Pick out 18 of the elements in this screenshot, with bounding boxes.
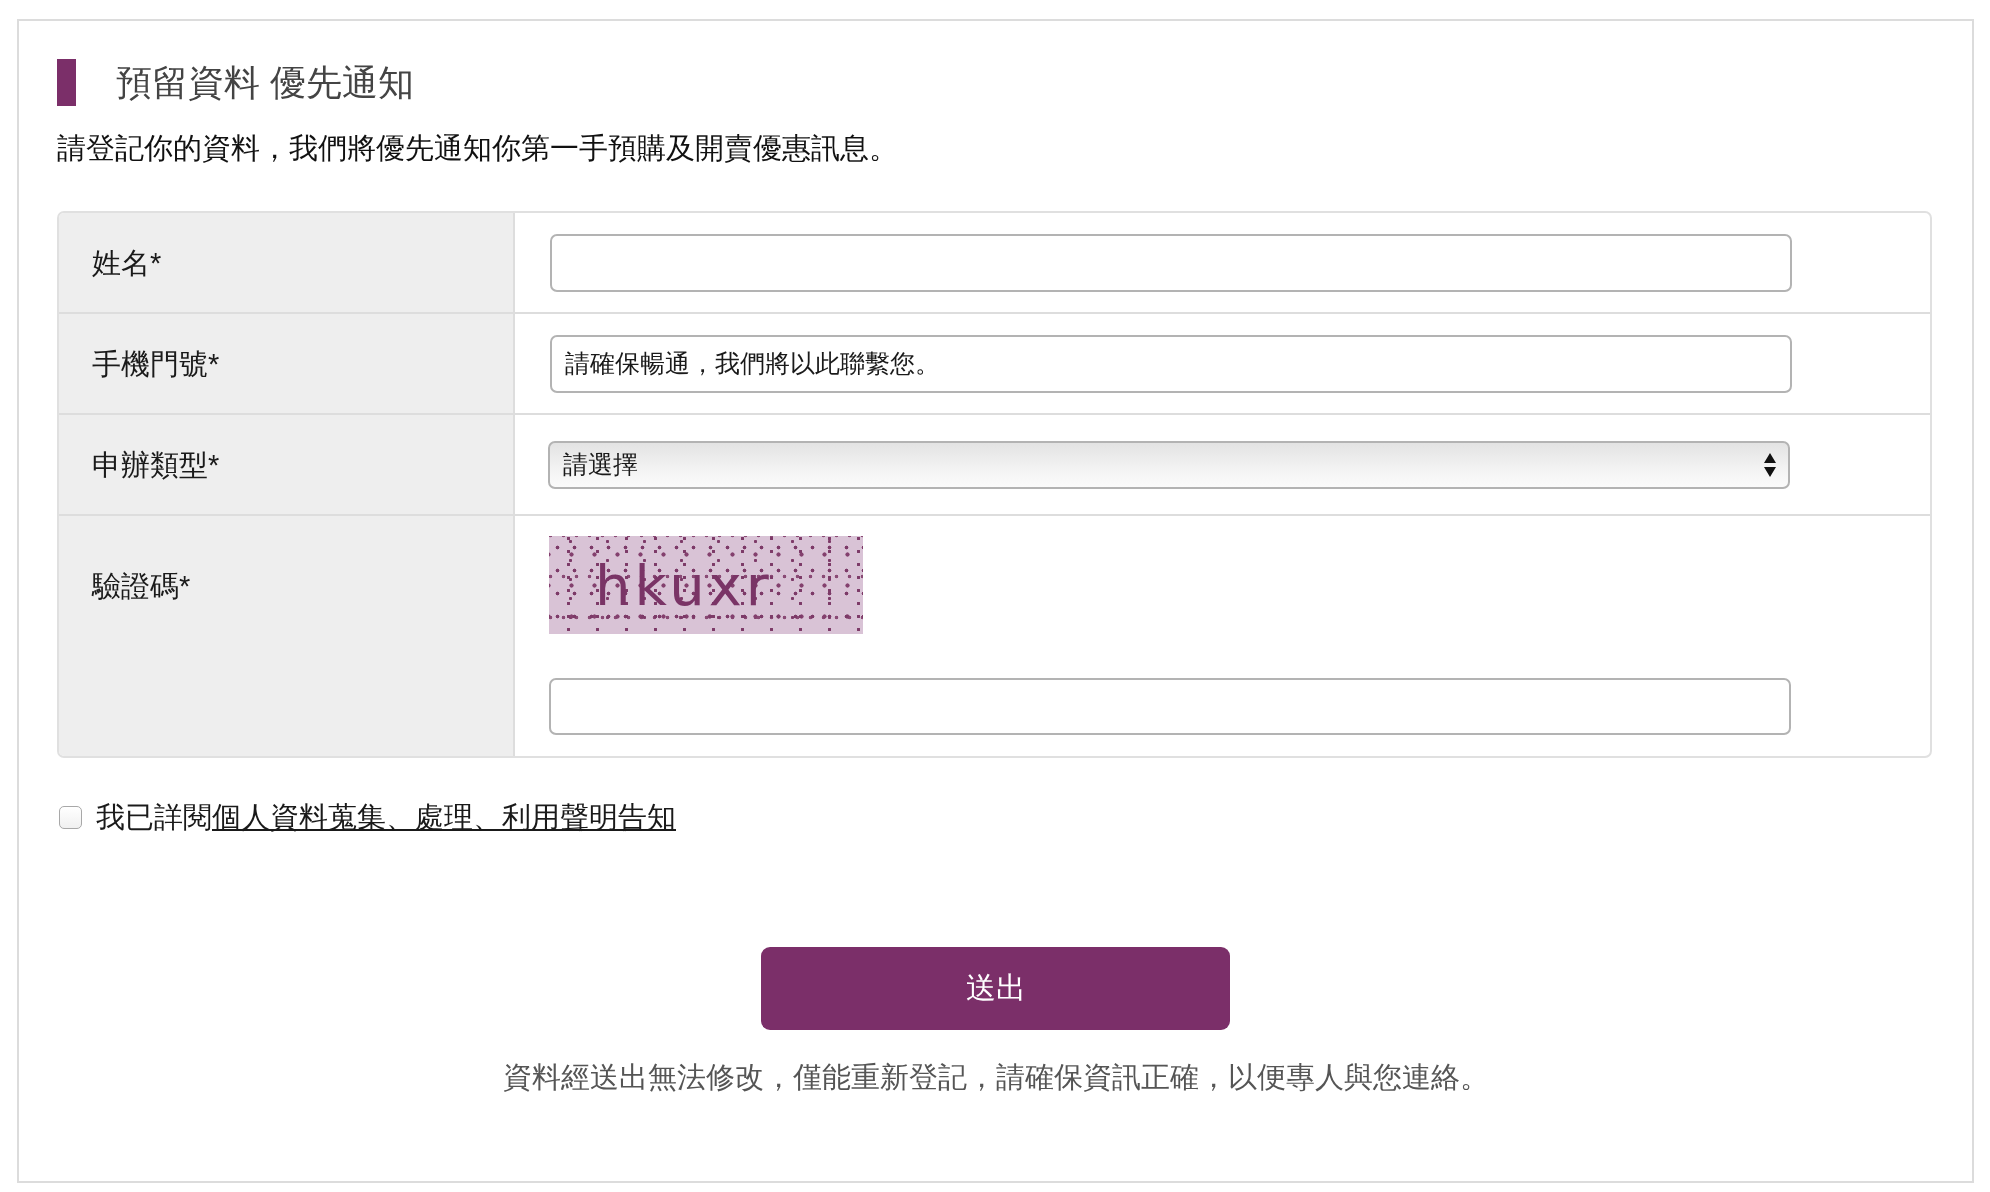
consent-text: 我已詳閱 bbox=[96, 800, 212, 835]
sort-arrows-icon bbox=[1764, 452, 1776, 477]
field-label: 申辦類型* bbox=[92, 447, 220, 483]
checkbox[interactable] bbox=[59, 805, 82, 829]
captcha-image: hkuxr bbox=[549, 536, 863, 634]
input-field[interactable] bbox=[549, 678, 1791, 735]
submit-button[interactable]: 送出 bbox=[761, 947, 1230, 1030]
intro-text: 請登記你的資料，我們將優先通知你第一手預購及開賣優惠訊息。 bbox=[57, 131, 898, 166]
field-label: 手機門號* bbox=[92, 346, 220, 382]
privacy-statement-link[interactable]: 個人資料蒐集、處理、利用聲明告知 bbox=[212, 799, 676, 835]
notice-text: 資料經送出無法修改，僅能重新登記，請確保資訊正確，以便專人與您連絡。 bbox=[501, 1060, 1490, 1095]
input-field[interactable]: 請確保暢通，我們將以此聯繫您。 bbox=[550, 334, 1792, 393]
select-field[interactable]: 請選擇 bbox=[548, 440, 1790, 489]
input-field[interactable] bbox=[550, 233, 1792, 292]
field-label: 驗證碼* bbox=[92, 569, 191, 604]
title-marker-icon bbox=[57, 59, 76, 106]
page-title: 預留資料 優先通知 bbox=[116, 61, 414, 105]
field-label: 姓名* bbox=[92, 245, 162, 281]
